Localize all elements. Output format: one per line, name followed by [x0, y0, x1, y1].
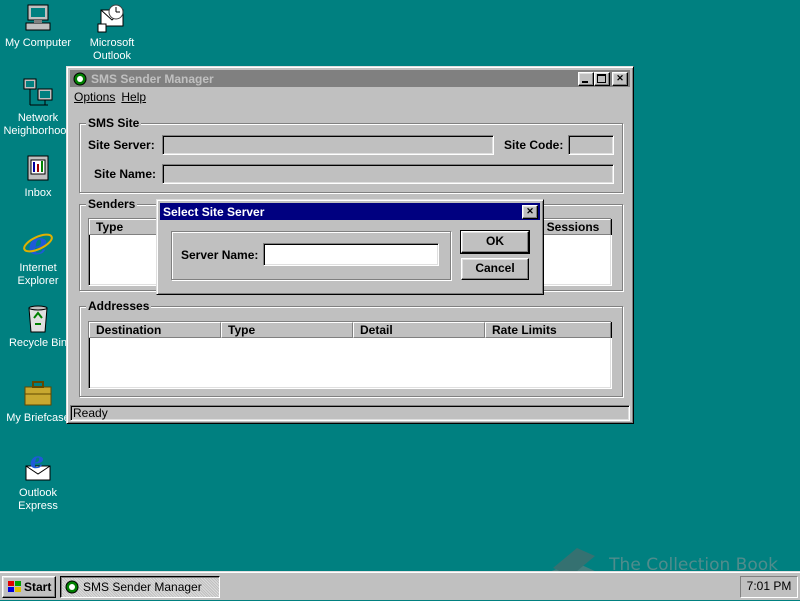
addresses-list[interactable]: Destination Type Detail Rate Limits — [88, 321, 612, 389]
taskbar: Start SMS Sender Manager 7:01 PM — [0, 571, 800, 600]
site-server-field[interactable] — [162, 135, 494, 155]
desktop-icon-inbox[interactable]: Inbox — [0, 152, 76, 200]
desktop-icon-label: Neighborhood — [3, 125, 73, 137]
dialog-titlebar[interactable]: Select Site Server ✕ — [160, 203, 540, 220]
addresses-col-type[interactable]: Type — [221, 322, 353, 338]
addresses-list-header: Destination Type Detail Rate Limits — [89, 322, 611, 338]
desktop-icon-label: Inbox — [24, 187, 52, 199]
server-name-input[interactable] — [263, 243, 439, 266]
addresses-col-destination[interactable]: Destination — [89, 322, 221, 338]
start-button[interactable]: Start — [2, 576, 56, 598]
desktop-icon-outlook-express[interactable]: e Outlook Express — [0, 448, 76, 513]
sms-site-group: SMS Site Site Server: Site Code: Site Na… — [79, 116, 623, 193]
site-code-field[interactable] — [568, 135, 614, 155]
site-server-label: Site Server: — [88, 138, 155, 152]
close-icon: ✕ — [616, 73, 624, 83]
outlook-express-icon: e — [22, 448, 54, 484]
desktop-icon-label: Express — [18, 500, 58, 512]
senders-group-title: Senders — [86, 197, 138, 211]
taskbar-item-sms-sender-manager[interactable]: SMS Sender Manager — [60, 576, 220, 598]
system-tray-clock[interactable]: 7:01 PM — [740, 576, 798, 598]
desktop-icon-label: Explorer — [17, 275, 59, 287]
minimize-button[interactable] — [578, 72, 594, 86]
desktop-icon-label: My Computer — [4, 37, 72, 49]
desktop-icon-label: Network — [17, 112, 59, 124]
addresses-col-rate-limits[interactable]: Rate Limits — [485, 322, 611, 338]
desktop-icon-label: Microsoft — [89, 37, 135, 49]
desktop-icon-label: Outlook — [19, 487, 57, 499]
desktop-icon-label: My Briefcase — [6, 412, 70, 424]
outlook-icon — [96, 2, 128, 34]
svg-text:e: e — [30, 452, 44, 474]
briefcase-icon — [22, 377, 54, 409]
desktop-icon-my-briefcase[interactable]: My Briefcase — [0, 377, 76, 425]
recycle-bin-icon — [22, 302, 54, 334]
svg-text:e: e — [28, 227, 47, 259]
maximize-icon — [597, 74, 606, 83]
desktop-icon-label: Internet — [19, 262, 57, 274]
addresses-group: Addresses Destination Type Detail Rate L… — [79, 299, 623, 397]
maximize-button[interactable] — [594, 72, 610, 86]
site-name-label: Site Name: — [94, 167, 157, 181]
desktop-icon-label: Outlook — [93, 50, 131, 62]
site-name-field[interactable] — [162, 164, 614, 184]
server-name-label: Server Name: — [181, 248, 259, 262]
desktop-icon-internet-explorer[interactable]: e Internet Explorer — [0, 227, 76, 288]
app-icon — [72, 71, 88, 87]
close-button[interactable]: ✕ — [612, 72, 628, 86]
ok-button[interactable]: OK — [460, 230, 530, 254]
main-window-titlebar[interactable]: SMS Sender Manager ✕ — [70, 70, 630, 87]
addresses-group-title: Addresses — [86, 299, 152, 313]
app-icon — [64, 579, 80, 595]
inbox-icon — [22, 152, 54, 184]
status-bar: Ready — [70, 405, 630, 421]
close-icon: ✕ — [526, 206, 534, 216]
dialog-title: Select Site Server — [163, 204, 265, 219]
main-window-title: SMS Sender Manager — [91, 71, 214, 86]
sms-site-group-title: SMS Site — [86, 116, 142, 130]
desktop-icon-label: Recycle Bin — [8, 337, 68, 349]
cancel-button[interactable]: Cancel — [461, 258, 529, 280]
desktop-icon-microsoft-outlook[interactable]: Microsoft Outlook — [74, 2, 150, 63]
addresses-col-detail[interactable]: Detail — [353, 322, 485, 338]
start-label: Start — [24, 579, 52, 594]
network-icon — [22, 77, 54, 109]
task-label: SMS Sender Manager — [83, 579, 202, 594]
internet-explorer-icon: e — [22, 227, 54, 262]
menu-options[interactable]: Options — [71, 90, 118, 104]
desktop-icon-recycle-bin[interactable]: Recycle Bin — [0, 302, 76, 350]
status-text: Ready — [70, 405, 630, 421]
site-code-label: Site Code: — [504, 138, 564, 152]
my-computer-icon — [22, 2, 54, 34]
select-site-server-dialog: Select Site Server ✕ Server Name: OK Can… — [156, 199, 544, 295]
menu-bar: Options Help — [71, 88, 149, 106]
desktop-icon-my-computer[interactable]: My Computer — [0, 2, 76, 50]
windows-logo-icon — [6, 580, 22, 594]
desktop-icon-network-neighborhood[interactable]: Network Neighborhood — [0, 77, 76, 138]
dialog-close-button[interactable]: ✕ — [522, 205, 538, 219]
minimize-icon — [582, 81, 588, 83]
menu-help[interactable]: Help — [118, 90, 149, 104]
